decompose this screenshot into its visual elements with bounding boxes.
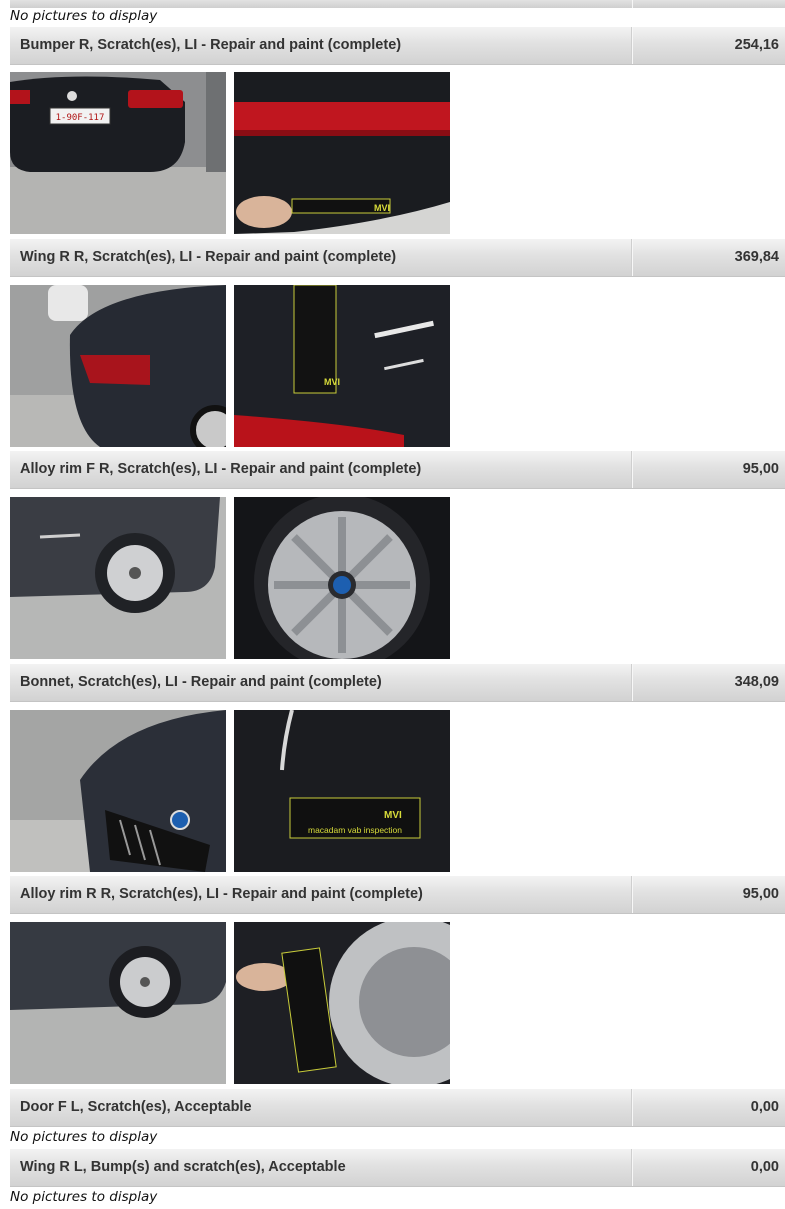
plate-text: 1-90F-117 [56, 113, 105, 123]
damage-amount: 254,16 [734, 37, 779, 53]
damage-photo[interactable] [10, 285, 226, 447]
damage-photo[interactable] [10, 922, 226, 1084]
previous-row-strip [10, 0, 785, 8]
damage-amount: 95,00 [742, 886, 779, 902]
ruler-logo: MVI [384, 810, 402, 821]
damage-photo[interactable]: MVI macadam vab inspection [234, 710, 450, 872]
damage-photo[interactable] [10, 710, 226, 872]
damage-amount: 348,09 [734, 674, 779, 690]
damage-description: Alloy rim F R, Scratch(es), LI - Repair … [20, 461, 422, 477]
damage-photo[interactable] [234, 497, 450, 659]
damage-row: Alloy rim F R, Scratch(es), LI - Repair … [10, 451, 785, 489]
damage-description: Wing R L, Bump(s) and scratch(es), Accep… [20, 1159, 346, 1175]
damage-description: Alloy rim R R, Scratch(es), LI - Repair … [20, 886, 423, 902]
no-pictures-note: No pictures to display [10, 8, 158, 24]
damage-row: Wing R L, Bump(s) and scratch(es), Accep… [10, 1149, 785, 1187]
damage-description: Bumper R, Scratch(es), LI - Repair and p… [20, 37, 402, 53]
damage-photo[interactable] [234, 922, 450, 1084]
ruler-brand: macadam vab inspection [308, 825, 402, 835]
damage-amount: 0,00 [750, 1099, 779, 1115]
damage-photo[interactable] [10, 497, 226, 659]
no-pictures-note: No pictures to display [10, 1189, 158, 1205]
damage-description: Door F L, Scratch(es), Acceptable [20, 1099, 252, 1115]
damage-photo[interactable]: 1-90F-117 [10, 72, 226, 234]
damage-description: Bonnet, Scratch(es), LI - Repair and pai… [20, 674, 382, 690]
damage-row: Alloy rim R R, Scratch(es), LI - Repair … [10, 876, 785, 914]
damage-photo[interactable]: MVI [234, 285, 450, 447]
damage-photo[interactable]: MVI [234, 72, 450, 234]
damage-row: Door F L, Scratch(es), Acceptable 0,00 [10, 1089, 785, 1127]
damage-amount: 369,84 [734, 249, 779, 265]
ruler-logo: MVI [324, 377, 340, 387]
no-pictures-note: No pictures to display [10, 1129, 158, 1145]
damage-row: Wing R R, Scratch(es), LI - Repair and p… [10, 239, 785, 277]
damage-row: Bumper R, Scratch(es), LI - Repair and p… [10, 27, 785, 65]
damage-amount: 0,00 [750, 1159, 779, 1175]
ruler-logo: MVI [374, 203, 390, 213]
damage-row: Bonnet, Scratch(es), LI - Repair and pai… [10, 664, 785, 702]
damage-description: Wing R R, Scratch(es), LI - Repair and p… [20, 249, 397, 265]
damage-amount: 95,00 [742, 461, 779, 477]
